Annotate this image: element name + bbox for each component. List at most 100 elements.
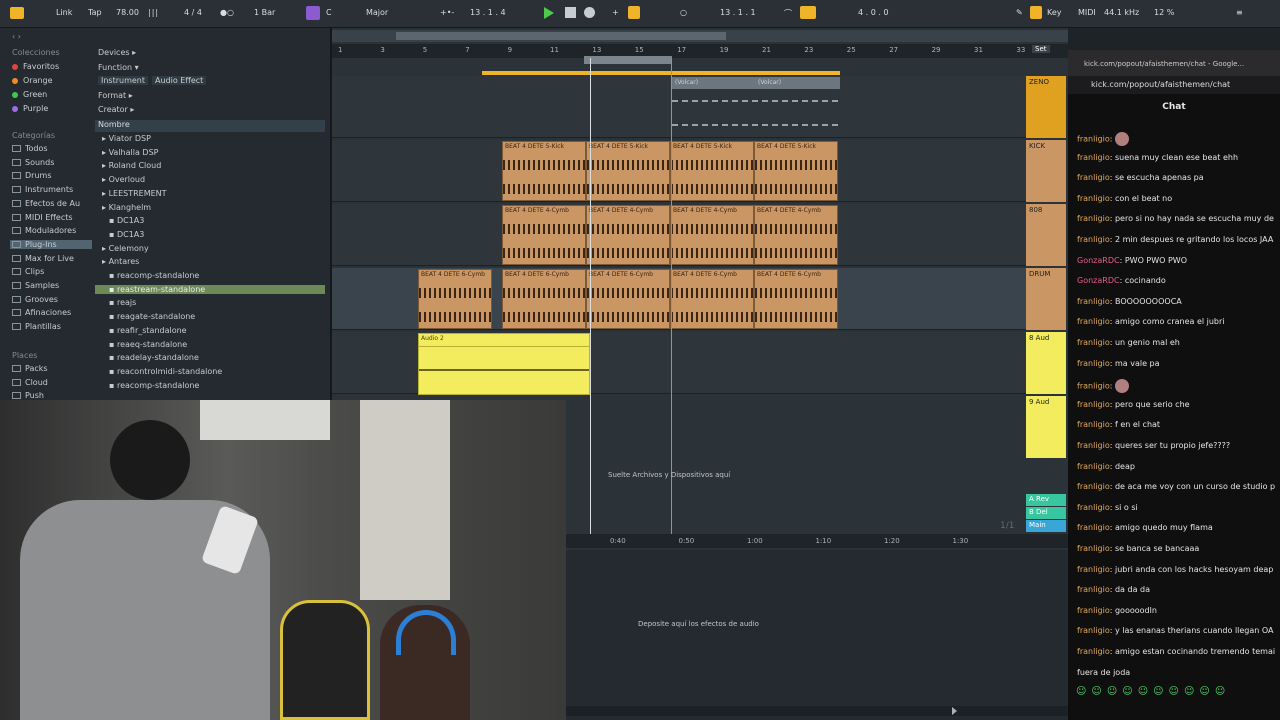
browser-item[interactable]: ▪ reafir_standalone: [95, 326, 325, 335]
kick-clip[interactable]: BEAT 4 DETE 5-Kick: [586, 141, 670, 201]
emote-bar[interactable]: ☺☺☺☺☺☺☺☺☺☺: [1076, 686, 1266, 700]
cymbal-clip[interactable]: BEAT 4 DETE 4-Cymb: [670, 205, 754, 265]
key-map-button[interactable]: [1030, 6, 1042, 19]
chat-username[interactable]: GonzaRDC: [1077, 276, 1120, 285]
track-header[interactable]: ZENO: [1026, 76, 1066, 138]
chat-username[interactable]: franligio: [1077, 544, 1110, 553]
category-plug-ins[interactable]: Plug-Ins: [10, 239, 92, 249]
category-sounds[interactable]: Sounds: [10, 158, 92, 167]
chat-username[interactable]: franligio: [1077, 194, 1110, 203]
draw-icon[interactable]: +•-: [440, 8, 454, 17]
menu-icon[interactable]: [10, 7, 24, 19]
browser-item[interactable]: ▸ Antares: [95, 257, 325, 266]
place-packs[interactable]: Packs: [12, 364, 48, 373]
chat-username[interactable]: franligio: [1077, 400, 1110, 409]
category-afinaciones[interactable]: Afinaciones: [10, 308, 92, 317]
overview-viewport[interactable]: [396, 32, 726, 40]
browser-item[interactable]: ▪ reagate-standalone: [95, 312, 325, 321]
chat-username[interactable]: franligio: [1077, 441, 1110, 450]
collection-purple[interactable]: Purple: [12, 104, 48, 113]
address-bar[interactable]: kick.com/popout/afaisthemen/chat: [1068, 76, 1280, 94]
scale-select[interactable]: Major: [366, 8, 388, 17]
category-samples[interactable]: Samples: [10, 281, 92, 290]
chat-username[interactable]: franligio: [1077, 523, 1110, 532]
chat-username[interactable]: franligio: [1077, 153, 1110, 162]
creator-filter[interactable]: Creator ▸: [98, 105, 134, 114]
overdub-icon[interactable]: +: [612, 8, 619, 17]
category-grooves[interactable]: Grooves: [10, 295, 92, 304]
key-map-label[interactable]: Key: [1047, 8, 1062, 17]
chat-username[interactable]: franligio: [1077, 214, 1110, 223]
cymbal-clip[interactable]: BEAT 4 DETE 4-Cymb: [502, 205, 586, 265]
play-button[interactable]: [544, 7, 554, 19]
cymbal-clip[interactable]: BEAT 4 DETE 4-Cymb: [586, 205, 670, 265]
track-header[interactable]: DRUM: [1026, 268, 1066, 330]
place-cloud[interactable]: Cloud: [12, 378, 48, 387]
punch-in-icon[interactable]: ⌒: [784, 8, 792, 19]
chat-username[interactable]: franligio: [1077, 135, 1110, 144]
browser-item[interactable]: ▸ Roland Cloud: [95, 161, 325, 170]
browser-item[interactable]: ▸ Valhalla DSP: [95, 148, 325, 157]
browser-item[interactable]: ▪ reacontrolmidi-standalone: [95, 367, 325, 376]
chat-username[interactable]: franligio: [1077, 565, 1110, 574]
loop-brace[interactable]: [482, 71, 840, 75]
function-filter[interactable]: Function ▾: [98, 63, 139, 72]
drum-clip[interactable]: BEAT 4 DETE 6-Cymb: [502, 269, 586, 329]
overview-icon[interactable]: ≡: [1236, 8, 1243, 17]
tempo-field[interactable]: 78.00: [116, 8, 139, 17]
chat-username[interactable]: franligio: [1077, 297, 1110, 306]
track-header[interactable]: 8 Aud: [1026, 332, 1066, 394]
metronome-icon[interactable]: |||: [148, 8, 159, 17]
record-button[interactable]: [584, 7, 595, 18]
browser-item[interactable]: ▪ readelay-standalone: [95, 353, 325, 362]
quantize-select[interactable]: 1 Bar: [254, 8, 275, 17]
drum-clip[interactable]: BEAT 4 DETE 6-Cymb: [754, 269, 838, 329]
automation-arm-button[interactable]: [628, 6, 640, 19]
scale-mode-button[interactable]: [306, 6, 320, 20]
chat-username[interactable]: franligio: [1077, 482, 1110, 491]
track-header[interactable]: KICK: [1026, 140, 1066, 202]
category-moduladores[interactable]: Moduladores: [10, 226, 92, 235]
draw-mode-icon[interactable]: ✎: [1016, 8, 1023, 17]
drum-clip[interactable]: BEAT 4 DETE 6-Cymb: [670, 269, 754, 329]
device-view[interactable]: Deposite aquí los efectos de audio: [566, 550, 1068, 720]
browser-item[interactable]: ▸ Celemony: [95, 244, 325, 253]
drum-clip[interactable]: BEAT 4 DETE 6-Cymb: [418, 269, 492, 329]
loop-region[interactable]: [584, 56, 672, 64]
browser-item[interactable]: ▪ reajs: [95, 298, 325, 307]
track-header[interactable]: 808: [1026, 204, 1066, 266]
audio-effect-filter[interactable]: Audio Effect: [152, 76, 207, 85]
set-button[interactable]: Set: [1032, 45, 1050, 53]
return-track[interactable]: A Rev: [1026, 494, 1066, 506]
cymbal-clip[interactable]: BEAT 4 DETE 4-Cymb: [754, 205, 838, 265]
category-instruments[interactable]: Instruments: [10, 185, 92, 194]
chat-username[interactable]: franligio: [1077, 585, 1110, 594]
browser-item[interactable]: ▸ Viator DSP: [95, 134, 325, 143]
chat-username[interactable]: franligio: [1077, 382, 1110, 391]
chat-username[interactable]: franligio: [1077, 647, 1110, 656]
format-filter[interactable]: Format ▸: [98, 91, 133, 100]
collection-green[interactable]: Green: [12, 90, 47, 99]
position-display[interactable]: 13 . 1 . 4: [470, 8, 506, 17]
category-efectos-de-au[interactable]: Efectos de Au: [10, 199, 92, 208]
loop-switch[interactable]: [800, 6, 816, 19]
chat-username[interactable]: franligio: [1077, 462, 1110, 471]
chat-username[interactable]: franligio: [1077, 173, 1110, 182]
link-button[interactable]: Link: [56, 8, 72, 17]
tap-button[interactable]: Tap: [88, 8, 102, 17]
instrument-filter[interactable]: Instrument: [98, 76, 149, 85]
browser-item[interactable]: ▪ reaeq-standalone: [95, 340, 325, 349]
volcar-clip[interactable]: (Volcar) (Volcar): [672, 77, 840, 89]
category-drums[interactable]: Drums: [10, 171, 92, 180]
stop-button[interactable]: [565, 7, 576, 18]
category-plantillas[interactable]: Plantillas: [10, 322, 92, 331]
collection-orange[interactable]: Orange: [12, 76, 53, 85]
chat-username[interactable]: franligio: [1077, 338, 1110, 347]
chat-username[interactable]: GonzaRDC: [1077, 256, 1120, 265]
back-forward-icon[interactable]: ‹ ›: [12, 32, 21, 41]
key-select[interactable]: C: [326, 8, 332, 17]
collection-favoritos[interactable]: Favoritos: [12, 62, 59, 71]
category-clips[interactable]: Clips: [10, 267, 92, 276]
scroll-arrow-icon[interactable]: [952, 707, 957, 715]
browser-item[interactable]: ▪ reacomp-standalone: [95, 271, 325, 280]
